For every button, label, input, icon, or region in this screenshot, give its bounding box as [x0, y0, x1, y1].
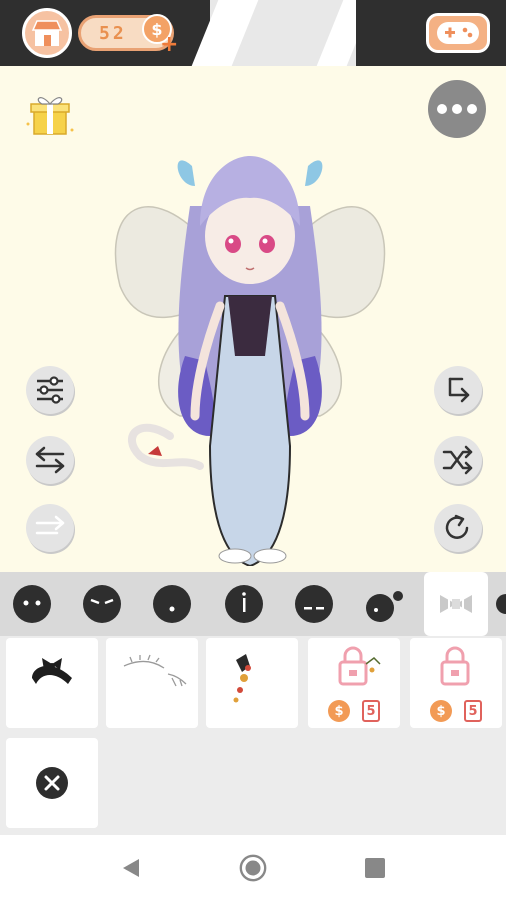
lock-icon: [440, 646, 470, 686]
back-button[interactable]: [116, 853, 146, 883]
swap-button[interactable]: [26, 436, 74, 484]
face-nose-icon[interactable]: [222, 582, 266, 626]
adjust-button[interactable]: [26, 366, 74, 414]
dot-icon: [437, 104, 447, 114]
forward-arrows-icon: [35, 515, 65, 535]
item-flower-pin[interactable]: [206, 638, 298, 728]
back-triangle-icon: [123, 859, 139, 877]
redo-icon: [445, 514, 469, 539]
item-locked-2[interactable]: $ 5: [410, 638, 502, 728]
gift-icon[interactable]: [22, 86, 78, 142]
category-bar: [0, 572, 506, 636]
price-value: 5: [362, 700, 380, 722]
character-preview: [114, 156, 386, 566]
more-options-button[interactable]: [428, 80, 486, 138]
shop-icon: [31, 20, 63, 46]
gamepad-button[interactable]: [426, 13, 490, 53]
accessory-category-tab[interactable]: [424, 572, 488, 636]
add-coins-button[interactable]: +: [160, 32, 178, 57]
shuffle-icon: [442, 445, 473, 475]
top-bar: 52 $ +: [0, 0, 506, 66]
dress-up-stage: [0, 66, 506, 572]
price-tag: $ 5: [410, 700, 502, 722]
forward-button[interactable]: [26, 504, 74, 552]
dot-icon: [467, 104, 477, 114]
gamepad-icon: [437, 22, 479, 44]
face-blush-icon[interactable]: [292, 582, 336, 626]
lock-icon: [338, 646, 381, 686]
face-neutral-icon[interactable]: [10, 582, 54, 626]
bow-icon: [440, 595, 472, 613]
body-icon[interactable]: [362, 582, 406, 626]
face-mouth-icon[interactable]: [150, 582, 194, 626]
face-sleepy-icon[interactable]: [80, 582, 124, 626]
price-coin-icon: $: [328, 700, 350, 722]
export-icon: [448, 377, 470, 403]
recents-square-icon: [365, 858, 385, 878]
dot-icon: [452, 104, 462, 114]
price-coin-icon: $: [430, 700, 452, 722]
recents-button[interactable]: [360, 853, 390, 883]
sliders-icon: [37, 376, 63, 404]
home-button[interactable]: [238, 853, 268, 883]
swap-arrows-icon: [35, 446, 65, 474]
eyelash-sketch-icon: [123, 654, 187, 687]
flower-pin-icon: [233, 654, 251, 703]
item-hair-bow[interactable]: [6, 638, 98, 728]
item-eyelash-sketch[interactable]: [106, 638, 198, 728]
hair-bow-icon: [32, 658, 72, 684]
more-categories-icon[interactable]: [496, 594, 506, 614]
system-navigation-bar: [0, 834, 506, 900]
home-circle-icon: [239, 854, 267, 882]
price-value: 5: [464, 700, 482, 722]
shuffle-button[interactable]: [434, 436, 482, 484]
export-button[interactable]: [434, 366, 482, 414]
price-tag: $ 5: [308, 700, 400, 722]
shop-button[interactable]: [22, 8, 72, 58]
item-grid: $ 5 $ 5: [0, 636, 506, 834]
redo-button[interactable]: [434, 504, 482, 552]
coin-count: 52: [99, 22, 127, 44]
item-locked-1[interactable]: $ 5: [308, 638, 400, 728]
item-remove[interactable]: [6, 738, 98, 828]
close-icon: [36, 767, 68, 799]
